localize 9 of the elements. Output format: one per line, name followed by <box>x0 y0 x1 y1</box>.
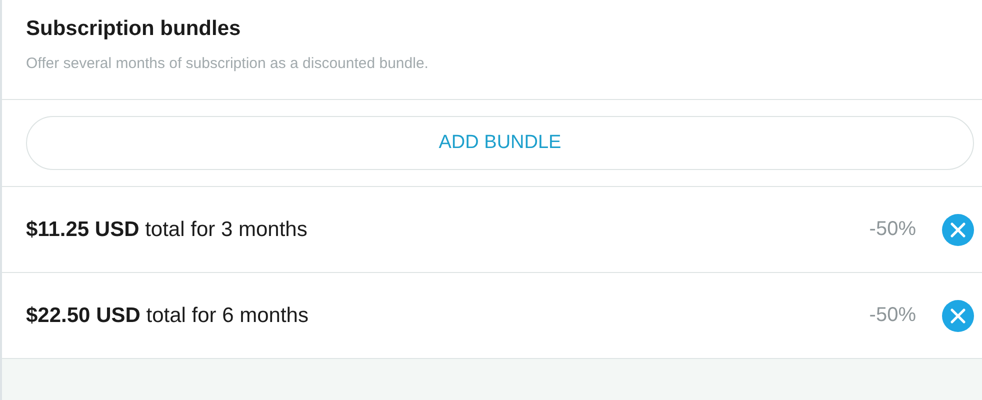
section-description: Offer several months of subscription as a discounted bundle. <box>26 55 430 72</box>
discount-label: -50% <box>869 218 916 241</box>
add-bundle-button[interactable]: ADD BUNDLE <box>26 116 974 170</box>
bundle-summary: $22.50 USD total for 6 months <box>26 304 310 328</box>
remove-icon[interactable] <box>942 214 974 246</box>
discount-label: -50% <box>869 304 916 327</box>
section-title: Subscription bundles <box>26 17 242 41</box>
remove-icon[interactable] <box>942 300 974 332</box>
bundle-summary: $11.25 USD total for 3 months <box>26 218 308 242</box>
